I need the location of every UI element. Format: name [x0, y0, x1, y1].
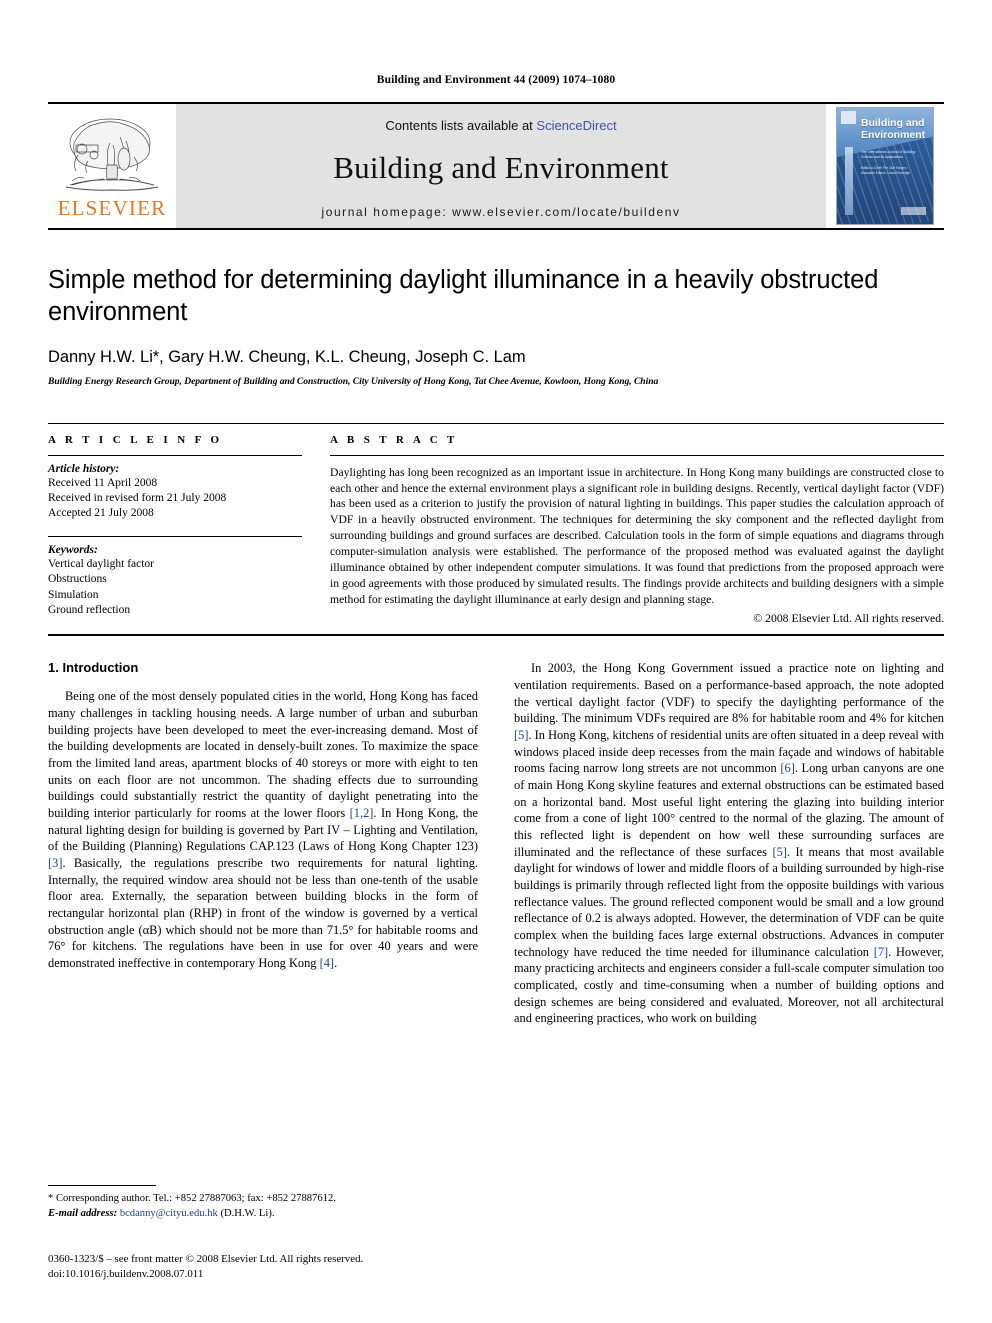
citation-ref[interactable]: [5] [514, 728, 528, 742]
abstract-column: A B S T R A C T Daylighting has long bee… [318, 433, 944, 626]
paper-page: Building and Environment 44 (2009) 1074–… [0, 0, 992, 1323]
author-list: Danny H.W. Li*, Gary H.W. Cheung, K.L. C… [48, 347, 526, 366]
corresponding-author-note: * Corresponding author. Tel.: +852 27887… [48, 1193, 336, 1204]
keyword-item: Vertical daylight factor [48, 558, 155, 571]
citation-ref[interactable]: [4] [320, 956, 334, 970]
divider [330, 454, 944, 456]
paper-title: Simple method for determining daylight i… [48, 266, 879, 327]
cover-title: Building and Environment [861, 118, 929, 142]
imprint-block: 0360-1323/$ – see front matter © 2008 El… [48, 1252, 518, 1282]
sciencedirect-link[interactable]: ScienceDirect [536, 118, 616, 133]
issn-copyright-line: 0360-1323/$ – see front matter © 2008 El… [48, 1253, 364, 1265]
cover-subtitle: The International Journal of Building Sc… [861, 149, 916, 159]
abstract-heading: A B S T R A C T [330, 433, 458, 446]
running-head: Building and Environment 44 (2009) 1074–… [376, 74, 616, 86]
citation-ref[interactable]: [1,2] [350, 806, 374, 820]
divider [48, 536, 302, 538]
footnote-block: * Corresponding author. Tel.: +852 27887… [48, 1185, 478, 1221]
footnote-rule [48, 1185, 156, 1186]
masthead-center: Contents lists available at ScienceDirec… [176, 104, 826, 228]
history-item: Accepted 21 July 2008 [48, 507, 154, 520]
history-item: Received in revised form 21 July 2008 [48, 491, 227, 504]
email-note: E-mail address: bcdanny@cityu.edu.hk (D.… [48, 1206, 478, 1221]
keyword-item: Obstructions [48, 573, 107, 586]
abstract-text: Daylighting has long been recognized as … [330, 465, 944, 606]
history-item: Received 11 April 2008 [48, 476, 158, 489]
intro-paragraph-left: Being one of the most densely populated … [48, 688, 478, 971]
para-text: Being one of the most densely populated … [48, 689, 478, 821]
info-abstract-block: A R T I C L E I N F O Article history: R… [48, 422, 944, 637]
body-column-left: 1. Introduction Being one of the most de… [48, 660, 478, 1027]
para-text: In 2003, the Hong Kong Government issued… [514, 661, 944, 726]
cover-elsevier-mark-icon [841, 111, 856, 124]
body-column-right: In 2003, the Hong Kong Government issued… [514, 660, 944, 1027]
elsevier-wordmark: ELSEVIER [57, 196, 167, 220]
para-text: . Basically, the regulations prescribe t… [48, 856, 478, 971]
section-heading-introduction: 1. Introduction [48, 660, 139, 676]
abstract-copyright: © 2008 Elsevier Ltd. All rights reserved… [753, 612, 944, 626]
journal-homepage-link[interactable]: journal homepage: www.elsevier.com/locat… [322, 205, 681, 219]
article-history-label: Article history: [48, 462, 120, 475]
article-info-heading: A R T I C L E I N F O [48, 433, 223, 446]
cover-tower [844, 147, 854, 215]
cover-editors: Editor-in-Chief: Per Olaf Fanger / Assoc… [861, 166, 911, 175]
keywords-block: Keywords: Vertical daylight factor Obstr… [48, 536, 302, 618]
divider [48, 454, 302, 456]
keyword-item: Ground reflection [48, 603, 131, 616]
citation-ref[interactable]: [3] [48, 856, 62, 870]
journal-title: Building and Environment [333, 149, 669, 185]
intro-paragraph-right: In 2003, the Hong Kong Government issued… [514, 660, 944, 1027]
journal-masthead: ELSEVIER Contents lists available at Sci… [48, 102, 944, 230]
doi-line: doi:10.1016/j.buildenv.2008.07.011 [48, 1268, 204, 1281]
email-owner: (D.H.W. Li). [220, 1208, 275, 1220]
elsevier-tree-icon [65, 118, 159, 191]
para-text: . [334, 956, 338, 971]
cover-badge [901, 206, 927, 215]
cover-image: Building and Environment The Internation… [836, 107, 934, 225]
citation-ref[interactable]: [7] [874, 945, 888, 959]
contents-prefix: Contents lists available at [385, 117, 537, 133]
citation-ref[interactable]: [6] [780, 761, 794, 775]
elsevier-logo: ELSEVIER [48, 104, 176, 228]
keywords-label: Keywords: [48, 544, 98, 557]
journal-cover-thumbnail[interactable]: Building and Environment The Internation… [826, 104, 944, 228]
article-info-column: A R T I C L E I N F O Article history: R… [48, 434, 318, 626]
para-text: . It means that most available daylight … [514, 844, 944, 959]
affiliation: Building Energy Research Group, Departme… [48, 375, 659, 387]
title-block: Simple method for determining daylight i… [48, 264, 944, 387]
contents-available-line: Contents lists available at ScienceDirec… [385, 118, 616, 133]
cover-title-line2: Environment [861, 129, 926, 142]
keyword-item: Simulation [48, 588, 99, 601]
email-link[interactable]: bcdanny@cityu.edu.hk [120, 1208, 218, 1219]
email-label: E-mail address: [48, 1208, 118, 1220]
citation-ref[interactable]: [5] [772, 845, 786, 859]
body-columns: 1. Introduction Being one of the most de… [48, 660, 944, 1027]
